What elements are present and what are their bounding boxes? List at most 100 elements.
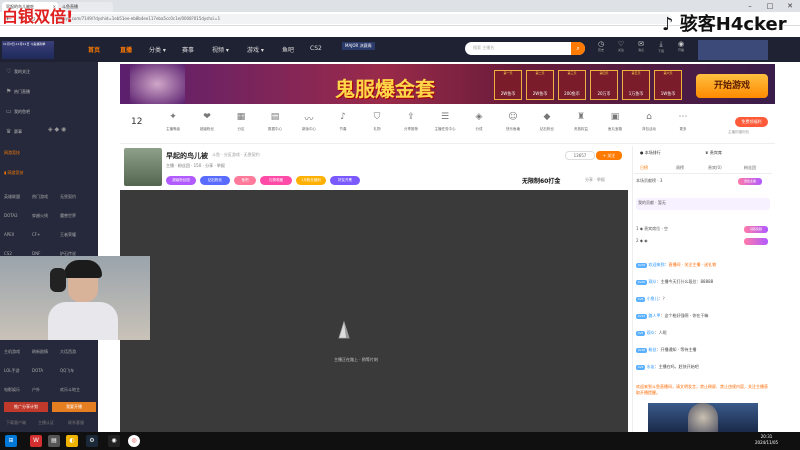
video-player[interactable] xyxy=(120,190,628,432)
sidebar-footer-auth[interactable]: 主播认证 xyxy=(38,420,54,426)
category-item[interactable]: ◆ 钻石粉丝 xyxy=(534,112,560,132)
category-item[interactable]: ✦ 主播等级 xyxy=(160,112,186,132)
chat-username[interactable]: 水友 xyxy=(647,364,655,369)
search-icon[interactable]: ⌕ xyxy=(571,42,585,55)
category-item[interactable]: ☰ 主播任务中心 xyxy=(432,112,458,132)
history-icon[interactable]: ◷ 历史 xyxy=(591,40,611,58)
nav-games[interactable]: 游戏 ▾ xyxy=(247,45,264,54)
follow-button[interactable]: + 关注 xyxy=(596,151,622,160)
sidebar-category-item[interactable]: QQ飞车 xyxy=(60,368,88,374)
app-icon[interactable]: ▤ xyxy=(48,435,60,447)
chat-text: 主播在吗，赶快开始吧 xyxy=(658,364,699,369)
sidebar-footer-support[interactable]: 联系客服 xyxy=(68,420,84,426)
room-tag[interactable]: 1月粉丝福利 xyxy=(296,176,326,185)
message-icon[interactable]: ✉ 消息 xyxy=(631,40,651,58)
share-plan-button[interactable]: 推广分享计划 xyxy=(4,402,48,412)
sidebar-category-item[interactable]: CF+ xyxy=(32,232,60,237)
chat-username[interactable]: 路人甲 xyxy=(649,313,661,318)
sidebar-category-item[interactable]: 电影娱乐 xyxy=(4,387,32,393)
room-actions[interactable]: 分享 · 举报 xyxy=(585,177,605,183)
category-item[interactable]: 〰新版中心 xyxy=(296,112,322,132)
url-field[interactable]: douyu.com/7149/?dyshid=1eb51ee-eb8b4ee11… xyxy=(52,14,672,24)
tab-fans[interactable]: 粉丝团 xyxy=(744,165,756,171)
category-item[interactable]: ☺ 快乐鱼塘 xyxy=(500,112,526,132)
chat-username[interactable]: 小鱼儿 xyxy=(647,296,659,301)
windows-start-icon[interactable]: ⊞ xyxy=(5,435,17,447)
category-item[interactable]: ◈ 分成 xyxy=(466,112,492,132)
claim-reward-button[interactable]: 领取奖励 xyxy=(744,226,768,233)
obs-icon[interactable]: ◉ xyxy=(108,435,120,447)
sidebar-category-item[interactable]: 王者荣耀 xyxy=(60,232,88,238)
nav-events[interactable]: 赛事 xyxy=(182,45,194,54)
category-item[interactable]: ❤ 超级粉丝 xyxy=(194,112,220,132)
room-tag[interactable]: 礼物收藏 xyxy=(260,176,292,185)
sidebar-category-item[interactable]: 欢乐斗地主 xyxy=(60,387,88,393)
game-icon[interactable]: ◐ xyxy=(66,435,78,447)
wps-icon[interactable]: W xyxy=(30,435,42,447)
nav-cs2[interactable]: CS2 xyxy=(310,45,322,52)
category-item[interactable]: ▦ 分区 xyxy=(228,112,254,132)
live-icon[interactable]: ◉ 开播 xyxy=(671,40,691,58)
category-item[interactable]: ▤ 数据中心 xyxy=(262,112,288,132)
nav-category[interactable]: 分类 ▾ xyxy=(149,45,166,54)
tab-daily[interactable]: 日榜 xyxy=(640,165,648,171)
sidebar-category-item[interactable]: 刷新剧情 xyxy=(32,349,60,355)
nav-live[interactable]: 直播 xyxy=(120,45,132,54)
room-tag[interactable]: 超级粉丝团 xyxy=(166,176,196,185)
promo-badge[interactable]: 11月3日-11月11日 斗鱼福利季 xyxy=(2,41,54,59)
user-banner[interactable] xyxy=(698,40,768,60)
category-icon: ◈ xyxy=(475,112,483,122)
sidebar-item-hot[interactable]: ⚑ 热门直播 xyxy=(6,88,91,95)
chat-username[interactable]: 欢迎来到 xyxy=(649,262,665,267)
chat-username[interactable]: 观众 xyxy=(647,330,655,335)
category-item[interactable]: ♪ 节奏 xyxy=(330,112,356,132)
category-label: 新版中心 xyxy=(302,127,316,131)
room-tag[interactable]: 好友开黑 xyxy=(330,176,360,185)
category-item[interactable]: ⇪ 分享推荐 xyxy=(398,112,424,132)
search-input[interactable]: 搜索 主播名 xyxy=(465,42,585,55)
tab-vip[interactable]: 贵宾(0) xyxy=(708,165,722,171)
event-promo[interactable]: MAJOR 决赛周 xyxy=(342,42,375,50)
sidebar-shortcut-icons[interactable]: ◈ ◆ ◉ xyxy=(48,126,98,133)
sidebar-category-item[interactable]: LOL手游 xyxy=(4,368,32,374)
nav-home[interactable]: 首页 xyxy=(88,45,100,54)
sidebar-category-item[interactable]: 英雄联盟 xyxy=(4,194,32,200)
category-item[interactable]: ♜ 贵族权益 xyxy=(568,112,594,132)
sidebar-item-fishbar[interactable]: ▭ 我的鱼吧 xyxy=(6,108,91,115)
follow-icon[interactable]: ♡ 关注 xyxy=(611,40,631,58)
nav-fishbar[interactable]: 鱼吧 xyxy=(282,45,294,54)
download-icon[interactable]: ⤓ 下载 xyxy=(651,40,671,58)
sidebar-category-item[interactable]: 穿越火线 xyxy=(32,213,60,219)
ad-start-button[interactable]: 开始游戏 xyxy=(696,74,768,98)
sidebar-footer-download[interactable]: 下载客户端 xyxy=(6,420,26,426)
category-item[interactable]: ⛉ 礼物 xyxy=(364,112,390,132)
chat-username[interactable]: 粉丝 xyxy=(649,347,657,352)
sidebar-category-item[interactable]: 魔兽世界 xyxy=(60,213,88,219)
sidebar-category-item[interactable]: APEX xyxy=(4,232,32,237)
room-tag[interactable]: 鱼吧 xyxy=(234,176,256,185)
rank-gift-button[interactable]: 送给主播 xyxy=(738,178,762,185)
sidebar-category-item[interactable]: 大话西游 xyxy=(60,349,88,355)
chat-username[interactable]: 观众 xyxy=(649,279,657,284)
sidebar-category-item[interactable]: 热门游戏 xyxy=(32,194,60,200)
category-item[interactable]: ⌂ 背包活动 xyxy=(636,112,662,132)
sidebar-category-item[interactable]: DOTA2 xyxy=(4,213,32,218)
room-tag[interactable]: 钻石粉丝 xyxy=(200,176,230,185)
start-live-button[interactable]: 我要开播 xyxy=(52,402,96,412)
sidebar-category-item[interactable]: DOTA xyxy=(32,368,60,373)
category-label: 贵族权益 xyxy=(574,127,588,131)
sidebar-item-follow[interactable]: ♡ 我的关注 xyxy=(6,68,91,75)
nav-video[interactable]: 视频 ▾ xyxy=(212,45,229,54)
claim-reward-button-2[interactable] xyxy=(744,238,768,245)
free-benefit-button[interactable]: 免费领福利 xyxy=(735,117,768,127)
category-item[interactable]: ▣ 鱼丸宝箱 xyxy=(602,112,628,132)
sidebar-category-item[interactable]: 主机游戏 xyxy=(4,349,32,355)
chrome-icon[interactable]: ◎ xyxy=(128,435,140,447)
category-item[interactable]: ⋯ 更多 xyxy=(670,112,696,132)
sidebar-category-item[interactable]: 户外 xyxy=(32,387,60,393)
sidebar-category-item[interactable]: 无畏契约 xyxy=(60,194,88,200)
avatar[interactable] xyxy=(124,148,162,186)
steam-icon[interactable]: ⚙ xyxy=(86,435,98,447)
category-label: 分成 xyxy=(475,127,483,131)
tab-weekly[interactable]: 周榜 xyxy=(676,165,684,171)
